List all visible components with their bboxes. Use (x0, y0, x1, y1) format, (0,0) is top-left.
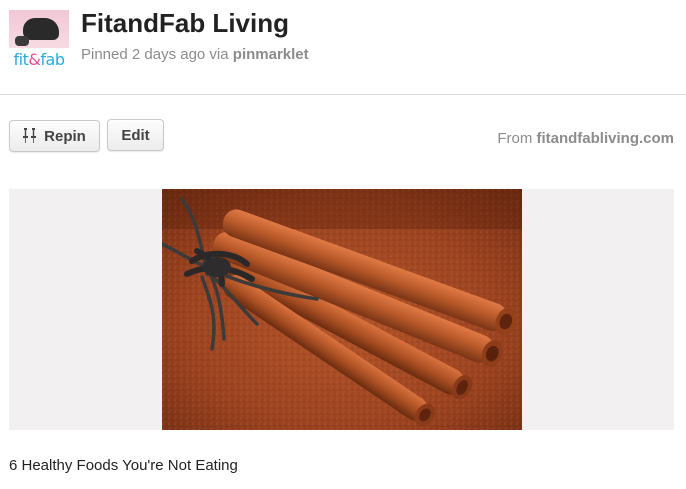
avatar-figure-leg (15, 36, 29, 46)
repin-button[interactable]: Repin (9, 120, 100, 152)
pin-description: 6 Healthy Foods You're Not Eating (9, 457, 238, 474)
cinnamon-sticks-photo[interactable] (162, 189, 522, 430)
via-source-link[interactable]: pinmarklet (233, 46, 309, 63)
cinnamon-sticks-image (162, 189, 522, 430)
from-prefix: From (497, 130, 533, 147)
pinned-meta: Pinned 2 days ago via pinmarklet (81, 45, 309, 65)
avatar[interactable]: fit&fab (9, 10, 69, 70)
pinned-time-text: Pinned 2 days ago via (81, 46, 229, 63)
avatar-logo-fab: fab (40, 50, 65, 69)
pin-source: From fitandfabliving.com (497, 130, 674, 147)
avatar-logo-amp: & (28, 50, 41, 69)
avatar-figure (23, 18, 59, 40)
edit-label: Edit (121, 126, 150, 144)
pushpin-icon (23, 128, 37, 143)
from-source-link[interactable]: fitandfabliving.com (536, 130, 674, 147)
repin-label: Repin (44, 127, 86, 145)
edit-button[interactable]: Edit (107, 119, 164, 151)
pinner-name[interactable]: FitandFab Living (81, 7, 289, 39)
pin-image-frame (9, 189, 674, 430)
avatar-photo (9, 10, 69, 48)
avatar-logo-fit: fit (13, 50, 29, 69)
avatar-logo: fit&fab (9, 50, 69, 70)
pin-header: fit&fab FitandFab Living Pinned 2 days a… (0, 0, 686, 95)
pin-page: fit&fab FitandFab Living Pinned 2 days a… (0, 0, 686, 489)
